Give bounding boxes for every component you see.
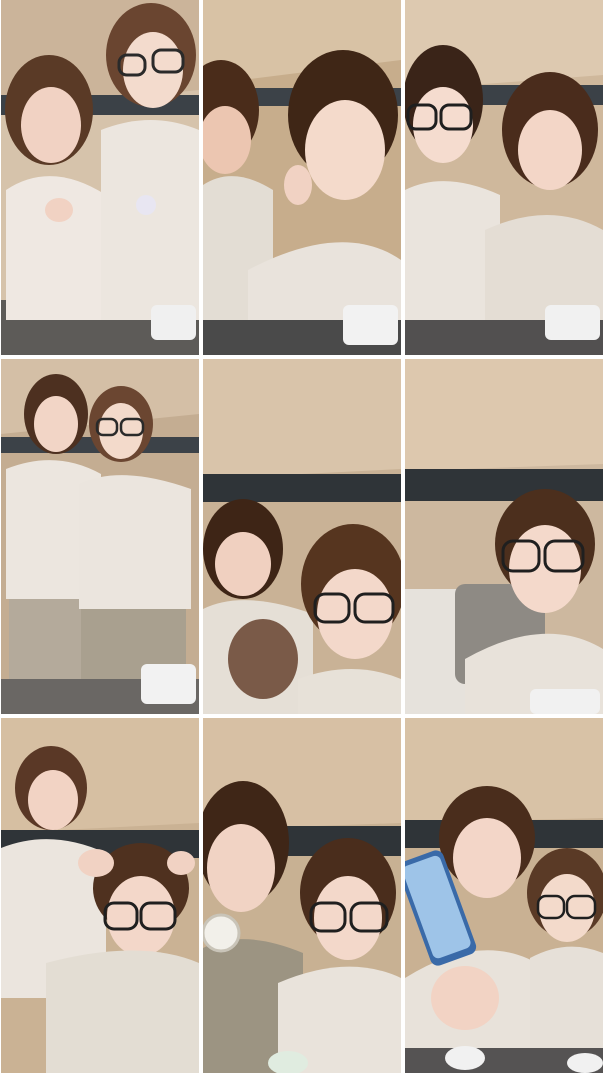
frame-photo (405, 359, 603, 714)
video-frame-r2c1[interactable] (1, 359, 199, 714)
video-frame-r1c3[interactable] (405, 0, 603, 355)
video-frame-r2c3[interactable] (405, 359, 603, 714)
video-frame-r1c1[interactable] (1, 0, 199, 355)
frame-photo (203, 359, 401, 714)
video-frame-r3c1[interactable] (1, 718, 199, 1073)
video-frame-r3c3[interactable] (405, 718, 603, 1073)
video-frame-r1c2[interactable] (203, 0, 401, 355)
frame-photo (405, 0, 603, 355)
video-frame-r2c2[interactable] (203, 359, 401, 714)
frame-photo (1, 718, 199, 1073)
frame-photo (1, 0, 199, 355)
frame-photo (1, 359, 199, 714)
video-frame-r3c2[interactable] (203, 718, 401, 1073)
frame-photo (203, 718, 401, 1073)
video-grid (0, 0, 603, 1075)
frame-photo (405, 718, 603, 1073)
frame-photo (203, 0, 401, 355)
